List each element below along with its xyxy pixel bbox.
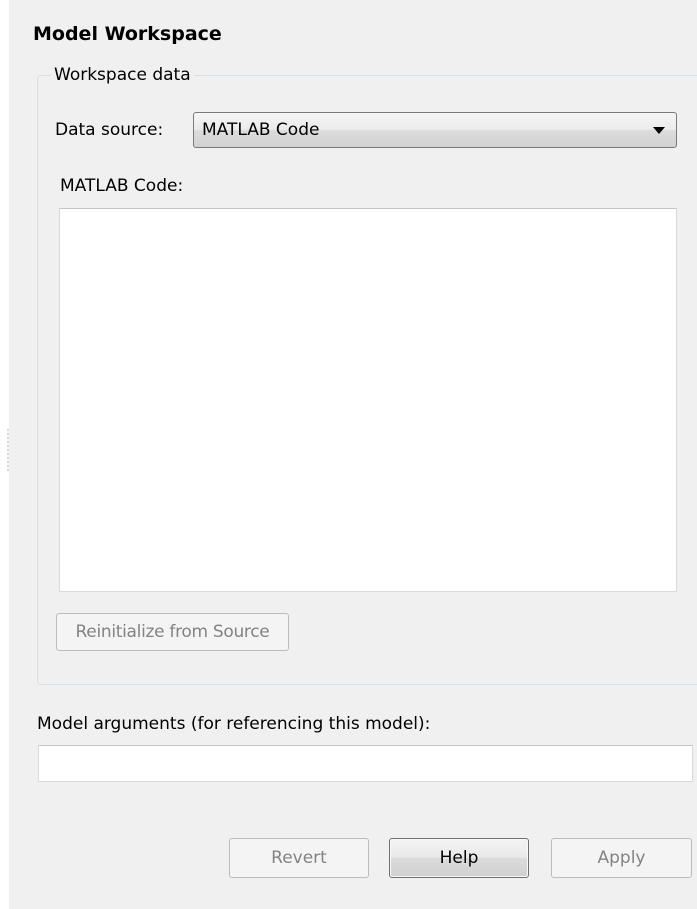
splitter-grip[interactable]: [7, 428, 9, 472]
data-source-label: Data source:: [55, 120, 164, 140]
matlab-code-label: MATLAB Code:: [60, 176, 184, 196]
help-button[interactable]: Help: [389, 838, 529, 878]
chevron-down-icon[interactable]: [653, 127, 665, 134]
data-source-dropdown[interactable]: MATLAB Code: [193, 112, 677, 148]
revert-button[interactable]: Revert: [229, 838, 369, 878]
page-title: Model Workspace: [33, 23, 222, 45]
model-arguments-label: Model arguments (for referencing this mo…: [37, 714, 431, 734]
apply-button[interactable]: Apply: [551, 838, 692, 878]
model-arguments-input[interactable]: [38, 745, 693, 782]
workspace-data-legend: Workspace data: [51, 63, 194, 87]
data-source-selected-value: MATLAB Code: [202, 120, 320, 140]
reinitialize-from-source-button[interactable]: Reinitialize from Source: [56, 613, 289, 651]
matlab-code-editor[interactable]: [59, 208, 677, 592]
